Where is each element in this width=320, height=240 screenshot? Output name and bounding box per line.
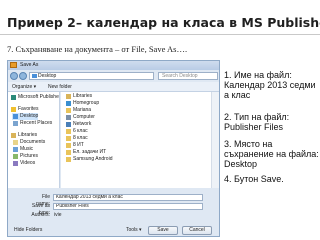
dialog-toolbar: Organize ▾ New folder	[8, 82, 219, 92]
list-item[interactable]: Computer	[65, 114, 95, 121]
list-item[interactable]: Homegroup	[65, 100, 99, 107]
nav-item-favorites[interactable]: Favorites	[10, 106, 39, 113]
folder-icon	[66, 150, 71, 155]
annotation-file-type: 2. Тип на файл: Publisher Files	[224, 112, 290, 132]
document-icon	[13, 140, 18, 145]
back-arrow-icon[interactable]	[10, 72, 18, 80]
folder-icon	[66, 157, 71, 162]
dialog-title: Save As	[20, 62, 39, 68]
nav-item-pictures[interactable]: Pictures	[12, 153, 38, 160]
tools-menu[interactable]: Tools ▾	[126, 226, 142, 235]
save-type-select[interactable]: Publisher Files	[53, 203, 203, 210]
navigation-pane: Microsoft Publishe Favorites Desktop Rec…	[8, 92, 60, 188]
save-type-label: Save as type:	[31, 203, 50, 216]
folder-icon	[66, 129, 71, 134]
list-item[interactable]: Mariana	[65, 107, 91, 114]
video-icon	[13, 161, 18, 166]
dialog-titlebar[interactable]: Save As	[8, 61, 219, 70]
list-item[interactable]: 8 клас	[65, 135, 88, 142]
annotation-save-location: 3. Място на съхранение на файла: Desktop	[224, 139, 319, 169]
title-divider	[0, 34, 320, 35]
save-button[interactable]: Save	[148, 226, 178, 235]
recent-places-icon	[13, 121, 18, 126]
homegroup-icon	[66, 101, 71, 106]
cancel-button[interactable]: Cancel	[182, 226, 212, 235]
save-as-dialog: Save As Desktop Search Desktop Organize …	[7, 60, 220, 237]
folder-icon	[66, 136, 71, 141]
authors-value[interactable]: ivie	[54, 212, 62, 219]
nav-item-videos[interactable]: Videos	[12, 160, 35, 167]
user-folder-icon	[66, 108, 71, 113]
folder-icon	[66, 143, 71, 148]
nav-item-desktop[interactable]: Desktop	[12, 113, 39, 120]
annotation-save-button: 4. Бутон Save.	[224, 174, 284, 184]
desktop-icon	[32, 74, 37, 78]
publisher-icon	[11, 95, 16, 100]
library-icon	[11, 133, 16, 138]
forward-arrow-icon[interactable]	[19, 72, 27, 80]
network-icon	[66, 122, 71, 127]
hide-folders-toggle[interactable]: Hide Folders	[14, 226, 42, 235]
nav-item-music[interactable]: Music	[12, 146, 33, 153]
publisher-app-icon	[10, 62, 17, 68]
address-text: Desktop	[38, 73, 57, 79]
list-item[interactable]: 8 ИТ	[65, 142, 84, 149]
nav-item-recent-places[interactable]: Recent Places	[12, 120, 52, 127]
save-form: File name: Календар 2013 седми а клас Sa…	[8, 188, 219, 236]
list-item[interactable]: Ел. задачи ИТ	[65, 149, 106, 156]
list-item[interactable]: Libraries	[65, 93, 92, 100]
slide-subtitle: 7. Съхраняване на документа – от File, S…	[7, 44, 188, 54]
nav-item-documents[interactable]: Documents	[12, 139, 45, 146]
computer-icon	[66, 115, 71, 120]
nav-item-publisher[interactable]: Microsoft Publishe	[10, 94, 59, 101]
search-input[interactable]: Search Desktop	[158, 72, 218, 80]
star-icon	[11, 107, 16, 112]
file-name-field[interactable]: Календар 2013 седми а клас	[53, 194, 203, 201]
desktop-icon	[13, 114, 18, 119]
list-item[interactable]: Network	[65, 121, 91, 128]
authors-label: Authors:	[31, 212, 50, 218]
address-bar[interactable]: Desktop	[29, 72, 154, 80]
file-list: Libraries Homegroup Mariana Computer Net…	[61, 92, 219, 188]
address-row: Desktop Search Desktop	[8, 70, 219, 82]
list-item[interactable]: 6 клас	[65, 128, 88, 135]
library-icon	[66, 94, 71, 99]
vertical-scrollbar[interactable]	[211, 92, 219, 188]
organize-menu[interactable]: Organize ▾	[12, 82, 36, 92]
slide-title: Пример 2– календар на класа в MS Publish…	[7, 15, 320, 30]
music-icon	[13, 147, 18, 152]
nav-item-libraries[interactable]: Libraries	[10, 132, 37, 139]
new-folder-button[interactable]: New folder	[48, 82, 72, 92]
file-name-label: File name:	[36, 194, 50, 207]
list-item[interactable]: Samsung Android	[65, 156, 112, 163]
annotation-file-name: 1. Име на файл: Календар 2013 седми а кл…	[224, 70, 316, 100]
picture-icon	[13, 154, 18, 159]
